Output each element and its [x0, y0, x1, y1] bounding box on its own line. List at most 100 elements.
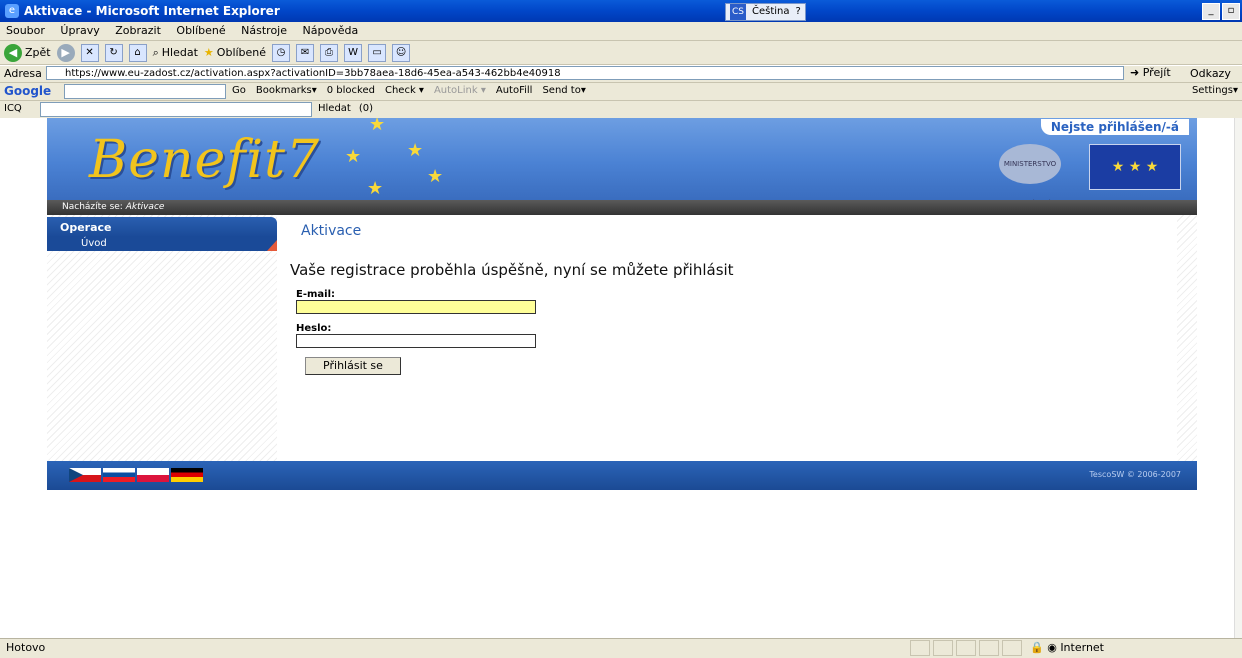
autofill[interactable]: AutoFill	[496, 85, 533, 96]
google-logo[interactable]: Google	[4, 84, 51, 98]
language-label: Čeština	[752, 6, 790, 17]
go-button[interactable]: ➜ Přejít	[1130, 66, 1171, 79]
page-content: ★ ★ ★ ★ ★ Benefit7 Nejste přihlášen/-á M…	[0, 118, 1235, 638]
menu-nastroje[interactable]: Nástroje	[235, 22, 293, 39]
success-message: Vaše registrace proběhla úspěšně, nyní s…	[290, 261, 734, 279]
maximize-button[interactable]: ▫	[1222, 3, 1240, 20]
home-icon[interactable]: ⌂	[128, 43, 147, 62]
security-zone: 🔒 ◉ Internet	[1030, 641, 1104, 654]
zone-label: Internet	[1060, 641, 1104, 654]
refresh-icon[interactable]: ↻	[104, 43, 123, 62]
print-icon[interactable]: ⎙	[320, 43, 339, 62]
ie-icon: e	[5, 4, 19, 18]
password-field[interactable]	[296, 334, 536, 348]
sidebar: Operace Úvod	[47, 215, 277, 461]
mail-icon[interactable]: ✉	[296, 43, 315, 62]
polish-flag-icon[interactable]	[137, 468, 169, 482]
menu-upravy[interactable]: Úpravy	[54, 22, 105, 39]
autolink[interactable]: AutoLink ▾	[434, 85, 486, 96]
menu-oblibene[interactable]: Oblíbené	[170, 22, 231, 39]
google-settings[interactable]: Settings▾	[1192, 85, 1238, 96]
favorites-label: Oblíbené	[216, 46, 267, 59]
google-search-input[interactable]	[64, 84, 226, 99]
star-icon: ★	[369, 118, 386, 135]
breadcrumb-label: Nacházíte se:	[62, 202, 123, 212]
breadcrumb: Nacházíte se: Aktivace	[47, 200, 1197, 215]
email-label: E-mail:	[296, 289, 336, 300]
history-icon[interactable]: ◷	[272, 43, 291, 62]
spell-check[interactable]: Check ▾	[385, 85, 424, 96]
status-bar: Hotovo 🔒 ◉ Internet	[0, 638, 1242, 658]
sidebar-item-uvod[interactable]: Úvod	[47, 237, 277, 251]
slovak-flag-icon[interactable]	[103, 468, 135, 482]
icq-toolbar: ICQ Hledat (0)	[0, 101, 1242, 119]
window-title: Aktivace - Microsoft Internet Explorer	[24, 4, 280, 18]
address-bar: Adresa https://www.eu-zadost.cz/activati…	[0, 66, 1242, 83]
forward-button[interactable]: ▶	[56, 43, 75, 62]
eu-flag-icon: ★ ★ ★	[1089, 144, 1181, 190]
password-label: Heslo:	[296, 323, 332, 334]
window-controls: _ ▫	[1202, 3, 1240, 20]
back-label: Zpět	[25, 46, 51, 59]
window-titlebar: e Aktivace - Microsoft Internet Explorer…	[0, 0, 1242, 22]
search-label: Hledat	[161, 46, 198, 59]
menu-napoveda[interactable]: Nápověda	[297, 22, 365, 39]
google-bookmarks[interactable]: Bookmarks▾	[256, 85, 317, 96]
browser-toolbar: ◀ Zpět ▶ ✕ ↻ ⌂ ⌕ Hledat ★ Oblíbené ◷ ✉ ⎙ W …	[0, 41, 1242, 65]
vertical-scrollbar[interactable]	[1234, 118, 1242, 638]
icq-search-input[interactable]	[40, 102, 312, 117]
benefit7-logo: Benefit7	[89, 130, 321, 190]
address-label: Adresa	[4, 67, 42, 80]
icq-count[interactable]: (0)	[359, 103, 373, 114]
czech-flag-icon[interactable]	[69, 468, 101, 482]
menu-bar: Soubor Úpravy Zobrazit Oblíbené Nástroje…	[0, 22, 1242, 41]
minimize-button[interactable]: _	[1202, 3, 1220, 20]
sidebar-title: Operace	[47, 217, 277, 237]
icq-logo[interactable]: ICQ	[4, 103, 22, 114]
german-flag-icon[interactable]	[171, 468, 203, 482]
language-bar[interactable]: CS Čeština ?	[725, 3, 806, 21]
messenger-icon[interactable]: ☺	[392, 43, 411, 62]
site-header: ★ ★ ★ ★ ★ Benefit7 Nejste přihlášen/-á M…	[47, 118, 1197, 200]
links-button[interactable]: Odkazy	[1190, 67, 1231, 80]
sidebar-item-label: Úvod	[81, 238, 107, 249]
status-text: Hotovo	[6, 641, 46, 654]
star-icon: ★	[407, 140, 424, 161]
copyright: TescoSW © 2006-2007	[1089, 470, 1181, 479]
login-button[interactable]: Přihlásit se	[305, 357, 401, 375]
ministry-logo: MINISTERSTVO PRO MÍSTNÍ ROZVOJ	[999, 144, 1061, 184]
language-code: CS	[730, 4, 746, 20]
lock-icon: 🔒	[1030, 641, 1044, 654]
corner-icon	[267, 240, 277, 251]
site-page: ★ ★ ★ ★ ★ Benefit7 Nejste přihlášen/-á M…	[47, 118, 1197, 490]
icq-search-button[interactable]: Hledat	[318, 103, 351, 114]
globe-icon: ◉	[1047, 641, 1057, 654]
forward-arrow-icon: ▶	[56, 43, 75, 62]
menu-zobrazit[interactable]: Zobrazit	[109, 22, 167, 39]
favorites-button[interactable]: ★ Oblíbené	[204, 46, 266, 59]
help-icon[interactable]: ?	[796, 4, 801, 20]
star-icon: ★	[427, 166, 444, 187]
breadcrumb-current: Aktivace	[125, 202, 165, 212]
popup-blocked[interactable]: 0 blocked	[327, 85, 375, 96]
back-button[interactable]: ◀ Zpět	[4, 43, 51, 62]
stripe-decoration	[1177, 215, 1197, 461]
search-button[interactable]: ⌕ Hledat	[153, 46, 198, 60]
status-cells	[910, 640, 1022, 656]
send-to[interactable]: Send to▾	[542, 85, 585, 96]
go-label: Přejít	[1142, 66, 1171, 79]
back-arrow-icon: ◀	[4, 43, 22, 62]
edit-icon[interactable]: W	[344, 43, 363, 62]
stop-icon[interactable]: ✕	[80, 43, 99, 62]
login-status: Nejste přihlášen/-á	[1040, 119, 1189, 135]
page-title: Aktivace	[301, 223, 362, 239]
star-icon: ★	[345, 146, 362, 167]
folder-icon[interactable]: ▭	[368, 43, 387, 62]
menu-soubor[interactable]: Soubor	[0, 22, 51, 39]
email-field[interactable]	[296, 300, 536, 314]
main-panel: Aktivace Vaše registrace proběhla úspěšn…	[277, 215, 1197, 461]
site-footer: TescoSW © 2006-2007	[47, 461, 1197, 490]
google-toolbar: Google Go Bookmarks▾ 0 blocked Check ▾ A…	[0, 83, 1242, 101]
google-go-button[interactable]: Go	[232, 85, 246, 96]
address-input[interactable]: https://www.eu-zadost.cz/activation.aspx…	[46, 66, 1124, 80]
